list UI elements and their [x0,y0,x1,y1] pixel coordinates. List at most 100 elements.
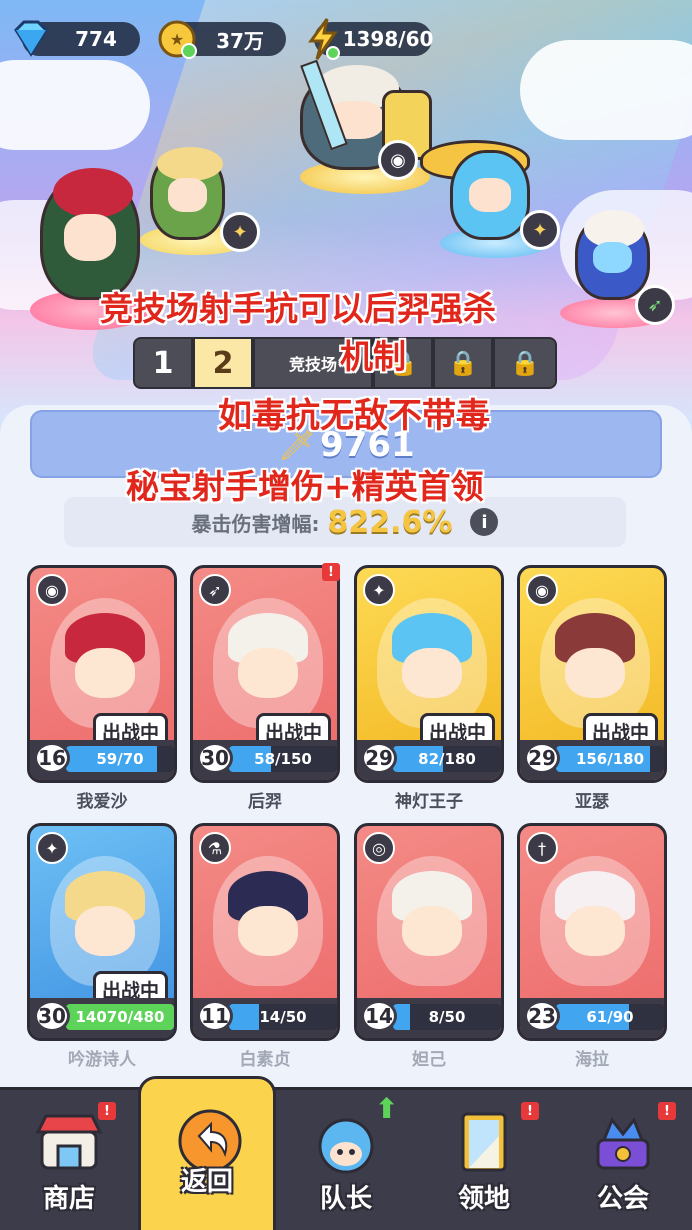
hero-level: 29 [524,742,560,774]
hero-face [238,648,298,698]
tab-tier-2[interactable]: 2 [193,337,253,389]
nav-captain[interactable]: 队长 ⬆ [277,1090,415,1230]
hero-name: 海拉 [575,1050,609,1070]
gold-counter[interactable]: ★ 37万 [158,20,286,59]
bottom-nav: 商店 ! 返回 队长 ⬆ 领地 ! 公会 ! [0,1076,692,1230]
level-bar: 156/180 29 [520,740,664,780]
wings-icon: ✦ [363,574,395,606]
gems-value: 774 [75,27,117,51]
shard-progress: 14070/480 [66,1004,174,1030]
shard-progress: 8/50 [393,1004,501,1030]
nav-back[interactable]: 返回 [138,1076,276,1230]
hero-name: 我爱沙 [76,792,128,812]
hero-face [565,906,625,956]
hero-name: 亚瑟 [575,792,609,812]
nav-territory[interactable]: 领地 ! [415,1090,553,1230]
shard-count: 59/70 [96,750,144,768]
crit-damage-value: 822.6% [327,504,453,540]
hero-level: 11 [197,1000,233,1032]
hero-level: 30 [34,1000,70,1032]
hero-card[interactable]: ✦ 出战中 14070/480 30 [27,823,177,1041]
arena-tab-label: 竞技场 [288,355,337,374]
energy-counter[interactable]: 1398/60 [308,18,433,60]
hero-name: 妲己 [412,1050,446,1070]
hero-level: 23 [524,1000,560,1032]
nav-back-label: 返回 [180,1167,233,1197]
hero-card[interactable]: ⚗ 14/50 11 [190,823,340,1041]
wings-icon: ✦ [520,210,560,250]
shard-progress: 58/150 [229,746,337,772]
info-icon[interactable]: i [470,508,499,536]
hero-sprite-神灯王子[interactable] [450,150,530,240]
tab-locked[interactable]: 🔒 [493,337,557,389]
captain-icon [311,1110,381,1174]
nav-territory-label: 领地 [457,1184,510,1214]
hero-card[interactable]: † 61/90 23 [517,823,667,1041]
territory-door-icon [449,1110,519,1174]
hero-name: 吟游诗人 [68,1050,136,1070]
alert-badge: ! [521,1102,539,1120]
rabbit-icon: ◉ [36,574,68,606]
hero-level: 30 [197,742,233,774]
level-bar: 14070/480 30 [30,998,174,1038]
hero-card[interactable]: ✦ 出战中 82/180 29 [354,565,504,783]
hero-face [238,906,298,956]
gems-counter[interactable]: 774 [14,20,140,57]
shard-count: 156/180 [575,750,645,768]
nav-shop[interactable]: 商店 ! [0,1090,138,1230]
bow-icon: ➶ [199,574,231,606]
swirl-icon: ◎ [363,832,395,864]
shop-icon [34,1110,104,1174]
level-bar: 58/150 30 [193,740,337,780]
hero-face [402,906,462,956]
hero-sprite-吟游诗人[interactable] [150,147,225,240]
hero-level: 14 [361,1000,397,1032]
nav-captain-label: 队长 [319,1184,372,1214]
crit-damage-label: 暴击伤害增幅: [191,511,320,536]
wings-icon: ✦ [36,832,68,864]
level-bar: 59/70 16 [30,740,174,780]
level-bar: 8/50 14 [357,998,501,1038]
gem-icon [8,16,54,62]
shard-count: 61/90 [586,1008,634,1026]
dagger-icon: † [526,832,558,864]
cloud [520,40,692,140]
alert-badge: ! [658,1102,676,1120]
hero-face [75,648,135,698]
hero-card[interactable]: ➶ 出战中 58/150 30 [190,565,340,783]
caption-line-4: 秘宝射手增伤+精英首领 [126,467,484,506]
shard-count: 14/50 [259,1008,307,1026]
hero-level: 16 [34,742,70,774]
level-bar: 14/50 11 [193,998,337,1038]
rabbit-icon: ◉ [378,140,418,180]
level-bar: 61/90 23 [520,998,664,1038]
gold-value: 37万 [216,28,264,53]
shard-progress: 61/90 [556,1004,664,1030]
caption-line-1: 竞技场射手抗可以后羿强杀 [100,289,496,328]
hero-face [75,906,135,956]
shard-progress: 59/70 [66,746,174,772]
rabbit-icon: ◉ [526,574,558,606]
level-bar: 82/180 29 [357,740,501,780]
hero-card[interactable]: ◉ 出战中 156/180 29 [517,565,667,783]
tab-tier-1[interactable]: 1 [133,337,193,389]
hero-card[interactable]: ◎ 8/50 14 [354,823,504,1041]
nav-shop-label: 商店 [42,1184,95,1214]
caption-line-3: 如毒抗无敌不带毒 [218,396,490,436]
potion-icon: ⚗ [199,832,231,864]
nav-guild[interactable]: 公会 ! [554,1090,692,1230]
upgrade-arrow-icon: ⬆ [375,1092,399,1125]
shard-progress: 14/50 [229,1004,337,1030]
shard-progress: 156/180 [556,746,664,772]
hero-card[interactable]: ◉ 出战中 59/70 16 [27,565,177,783]
alert-badge: ! [322,563,340,581]
nav-guild-label: 公会 [596,1184,649,1214]
bow-icon: ➶ [635,285,675,325]
hero-sprite-后羿[interactable] [575,210,650,300]
lock-icon: 🔒 [448,349,478,377]
shard-count: 14070/480 [75,1008,165,1026]
hero-face [402,648,462,698]
alert-badge: ! [98,1102,116,1120]
tab-locked[interactable]: 🔒 [433,337,493,389]
wings-icon: ✦ [220,212,260,252]
